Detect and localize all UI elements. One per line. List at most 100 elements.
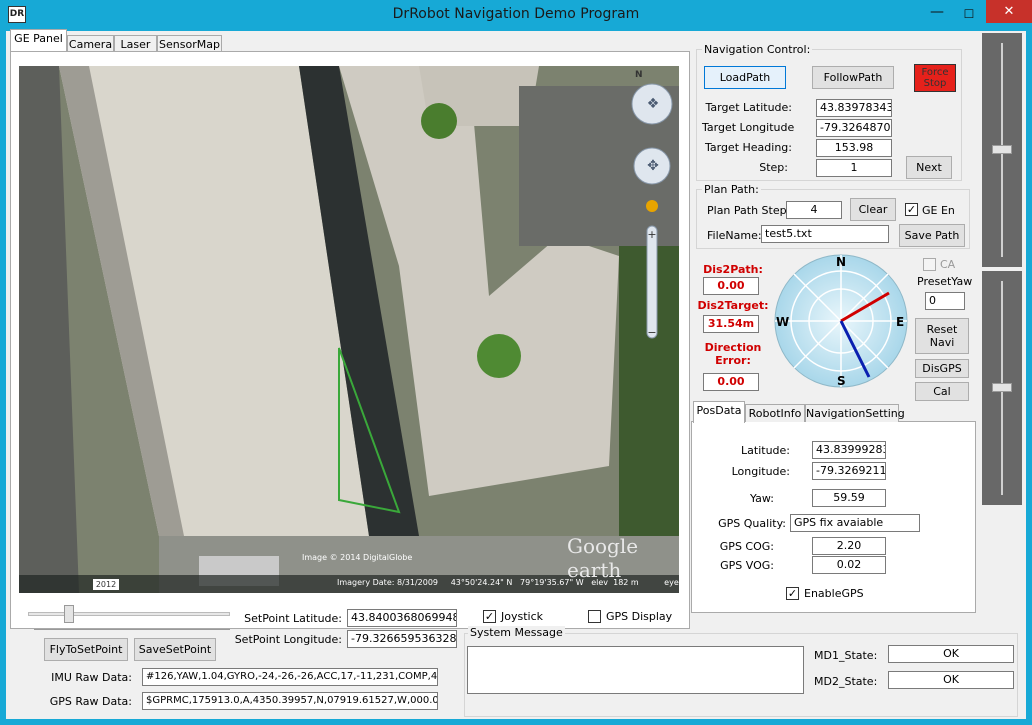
zoom-slider-ticks [34,629,230,630]
longitude-label: Longitude: [731,465,790,478]
load-path-button[interactable]: LoadPath [704,66,786,89]
gps-display-label: GPS Display [606,610,673,623]
reset-navi-button[interactable]: Reset Navi [915,318,969,354]
map-north-marker: N [635,70,643,80]
yaw-field[interactable]: 59.59 [812,489,886,507]
window-title: DrRobot Navigation Demo Program [392,6,640,22]
map-copyright: Image © 2014 DigitalGlobe [302,553,413,562]
system-message-box[interactable] [467,646,804,694]
client-area: GE Panel Camera Laser SensorMap N ❖ ✥ + … [6,29,1026,719]
zoom-slider[interactable] [28,612,230,616]
follow-path-button[interactable]: FollowPath [812,66,894,89]
imu-raw-data-label: IMU Raw Data: [51,671,132,684]
map-imagery [19,66,679,593]
gps-cog-field[interactable]: 2.20 [812,537,886,555]
longitude-field[interactable]: -79.32692117 [812,462,886,480]
look-control-icon[interactable]: ❖ [641,96,665,114]
gps-raw-data-field[interactable]: $GPRMC,175913.0,A,4350.39957,N,07919.615… [142,692,438,710]
gps-raw-data-label: GPS Raw Data: [49,695,132,708]
ge-en-label: GE En [922,204,955,217]
enable-gps-checkbox[interactable]: ✓ [786,587,799,600]
gps-cog-label: GPS COG: [719,540,774,553]
tab-posdata[interactable]: PosData [693,401,745,423]
joystick-label: Joystick [501,610,544,623]
gps-quality-label: GPS Quality: [718,517,786,530]
filename-field[interactable]: test5.txt [761,225,889,243]
compass-north: N [836,255,847,269]
map-status-bar: Imagery Date: 8/31/2009 43°50'24.24" N 7… [337,578,679,587]
maximize-button[interactable]: ☐ [954,4,984,24]
save-path-button[interactable]: Save Path [899,224,965,247]
md1-state-label: MD1_State: [814,649,878,662]
ca-checkbox[interactable] [923,258,936,271]
speed-slider-1[interactable] [982,33,1022,267]
md2-state-label: MD2_State: [814,675,878,688]
zoom-slider-thumb[interactable] [64,605,74,623]
compass-widget [774,254,908,388]
target-heading-field[interactable]: 153.98 [816,139,892,157]
navigation-control-title: Navigation Control: [702,43,813,56]
next-button[interactable]: Next [906,156,952,179]
yaw-label: Yaw: [749,492,774,505]
setpoint-longitude-field[interactable]: -79.3266595363285 [347,630,457,648]
dis2path-value: 0.00 [703,277,759,295]
target-latitude-label: Target Latitude: [705,101,792,114]
satellite-map[interactable]: N ❖ ✥ + − Image © 2014 DigitalGlobe Goog… [19,66,679,593]
app-window: DR DrRobot Navigation Demo Program — ☐ ✕… [0,0,1032,725]
fly-to-setpoint-button[interactable]: FlyToSetPoint [44,638,128,661]
dis-gps-button[interactable]: DisGPS [915,359,969,378]
preset-yaw-label: PresetYaw [917,275,973,288]
imu-raw-data-field[interactable]: #126,YAW,1.04,GYRO,-24,-26,-26,ACC,17,-1… [142,668,438,686]
speed-slider-2[interactable] [982,271,1022,505]
gps-quality-field[interactable]: GPS fix avaiable [790,514,920,532]
force-stop-button[interactable]: Force Stop [914,64,956,92]
setpoint-latitude-field[interactable]: 43.8400368069948 [347,609,457,627]
cal-button[interactable]: Cal [915,382,969,401]
plan-path-step-label: Plan Path Step: [707,204,791,217]
zoom-out-icon[interactable]: − [646,326,658,339]
compass-east: E [896,315,905,329]
gps-vog-label: GPS VOG: [720,559,774,572]
dis2target-label: Dis2Target: [697,299,769,312]
save-setpoint-button[interactable]: SaveSetPoint [134,638,216,661]
step-label: Step: [759,161,788,174]
joystick-checkbox[interactable]: ✓ [483,610,496,623]
tab-robotinfo[interactable]: RobotInfo [745,404,805,422]
latitude-field[interactable]: 43.83999283 [812,441,886,459]
ge-en-checkbox[interactable]: ✓ [905,203,918,216]
direction-error-label: Direction Error: [704,341,762,367]
plan-path-title: Plan Path: [702,183,761,196]
minimize-button[interactable]: — [922,4,952,24]
gps-display-checkbox[interactable] [588,610,601,623]
dis2target-value: 31.54m [703,315,759,333]
speed-slider-1-thumb[interactable] [992,145,1012,154]
step-field[interactable]: 1 [816,159,892,177]
map-year-badge: 2012 [93,579,119,590]
plan-path-step-field[interactable]: 4 [786,201,842,219]
md1-state-field: OK [888,645,1014,663]
tab-ge-panel[interactable]: GE Panel [10,29,67,51]
target-longitude-field[interactable]: -79.32648701 [816,119,892,137]
clear-button[interactable]: Clear [850,198,896,221]
close-button[interactable]: ✕ [986,0,1032,23]
title-bar: DR DrRobot Navigation Demo Program — ☐ ✕ [0,0,1032,31]
gps-vog-field[interactable]: 0.02 [812,556,886,574]
speed-slider-2-thumb[interactable] [992,383,1012,392]
google-earth-logo: Google earth [567,534,639,582]
compass-south: S [837,374,846,388]
target-longitude-label: Target Longitude [702,121,795,134]
direction-error-value: 0.00 [703,373,759,391]
target-heading-label: Target Heading: [704,141,792,154]
ca-label: CA [940,258,956,271]
move-control-icon[interactable]: ✥ [641,158,665,176]
tab-navigationsetting[interactable]: NavigationSetting [805,404,905,422]
zoom-in-icon[interactable]: + [646,228,658,241]
setpoint-longitude-label: SetPoint Longitude: [234,633,342,646]
enable-gps-label: EnableGPS [804,587,864,600]
filename-label: FileName: [707,229,762,242]
latitude-label: Latitude: [741,444,790,457]
target-latitude-field[interactable]: 43.83978343 [816,99,892,117]
preset-yaw-field[interactable]: 0 [925,292,965,310]
dis2path-label: Dis2Path: [703,263,763,276]
setpoint-latitude-label: SetPoint Latitude: [244,612,342,625]
